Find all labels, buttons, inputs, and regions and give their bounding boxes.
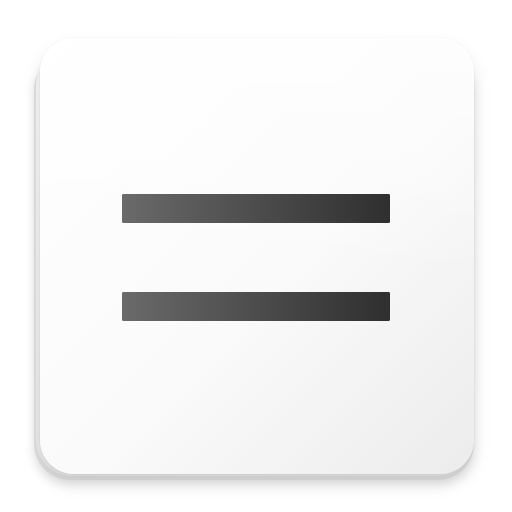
icon-stage bbox=[0, 0, 512, 512]
icon-tile bbox=[40, 38, 474, 474]
